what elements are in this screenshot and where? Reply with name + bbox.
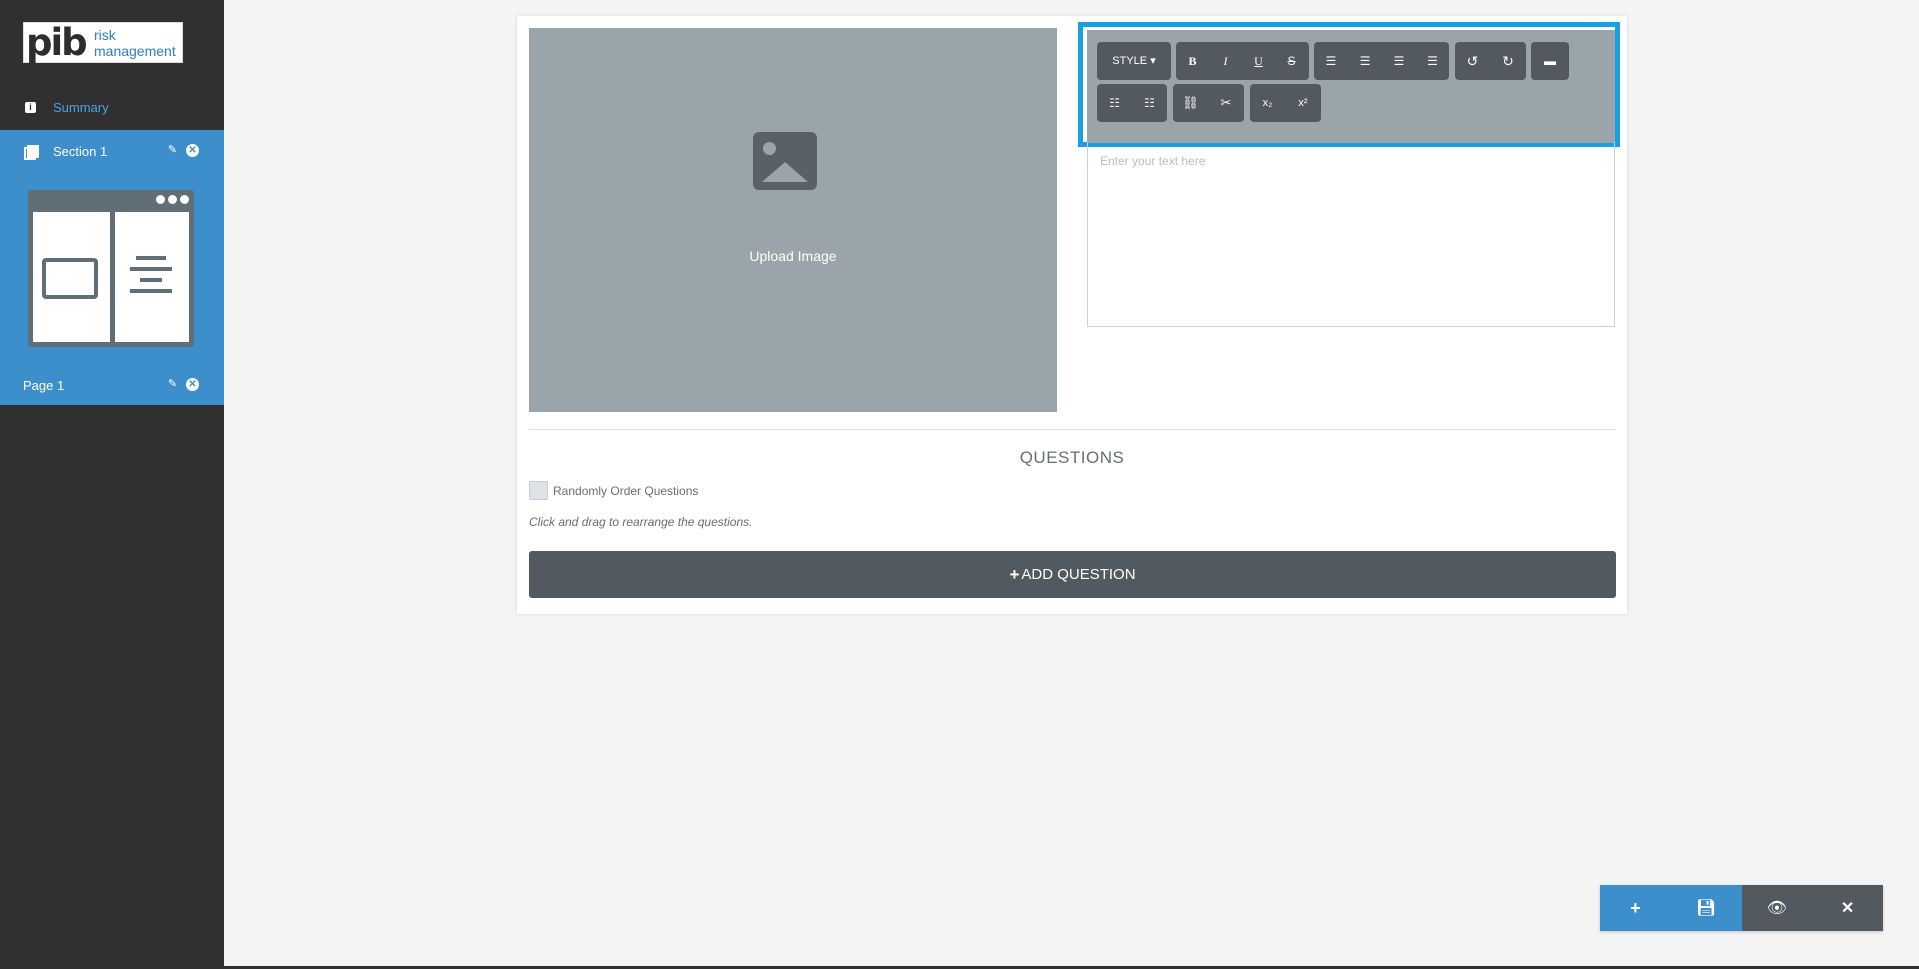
page-label: Page 1: [23, 377, 65, 393]
redo-icon[interactable]: ↻: [1490, 42, 1526, 80]
thumbnail-text-column: [115, 212, 189, 342]
numbered-list-icon[interactable]: ☷: [1132, 84, 1167, 122]
eye-icon: 👁︎: [1766, 900, 1788, 917]
align-center-icon[interactable]: ☰: [1348, 42, 1382, 80]
drag-hint: Click and drag to rearrange the question…: [529, 515, 753, 529]
random-order-label: Randomly Order Questions: [553, 483, 699, 498]
section-panel: Section 1 ✎ ✕ Page 1 ✎ ✕: [0, 130, 224, 405]
text-editor[interactable]: Enter your text here: [1087, 142, 1615, 327]
image-icon: [753, 132, 817, 190]
close-button[interactable]: ✕: [1812, 885, 1883, 931]
divider: [529, 429, 1616, 430]
link-icon[interactable]: ⛓: [1173, 84, 1208, 122]
sidebar-item-label: Summary: [53, 99, 109, 115]
bold-button[interactable]: B: [1176, 42, 1209, 80]
strikethrough-button[interactable]: S: [1275, 42, 1308, 80]
bullet-list-icon[interactable]: ☷: [1097, 84, 1132, 122]
align-right-icon[interactable]: ☰: [1382, 42, 1416, 80]
thumbnail-image-column: [33, 212, 110, 342]
add-question-button[interactable]: + ADD QUESTION: [529, 551, 1616, 598]
list-group: ☷ ☷: [1097, 84, 1167, 122]
plus-icon: +: [1009, 564, 1020, 584]
add-button[interactable]: +: [1600, 885, 1671, 931]
close-circle-icon[interactable]: ✕: [186, 144, 199, 157]
style-dropdown-label: STYLE ▾: [1112, 55, 1156, 67]
logo-word-1: risk: [94, 27, 116, 43]
align-justify-icon[interactable]: ☰: [1416, 42, 1449, 80]
format-group: B I U S: [1176, 42, 1309, 80]
action-bar: + 💾︎ 👁︎ ✕: [1600, 885, 1883, 931]
align-group: ☰ ☰ ☰ ☰: [1314, 42, 1449, 80]
undo-icon[interactable]: ↺: [1455, 42, 1490, 80]
horizontal-rule-icon[interactable]: ▬: [1531, 42, 1569, 80]
info-icon: i: [25, 101, 36, 113]
section-label: Section 1: [53, 143, 108, 159]
random-order-option: Randomly Order Questions: [529, 481, 698, 500]
sidebar-item-summary[interactable]: i Summary: [0, 94, 224, 120]
company-logo[interactable]: pib risk management: [23, 22, 183, 63]
unlink-icon[interactable]: ✂: [1208, 84, 1244, 122]
edit-icon[interactable]: ✎: [166, 378, 179, 391]
logo-mark: pib: [26, 21, 88, 64]
superscript-button[interactable]: x²: [1285, 84, 1321, 122]
copy-icon: [24, 145, 39, 160]
close-icon: ✕: [1840, 900, 1855, 917]
save-icon: 💾︎: [1695, 900, 1717, 917]
editor-placeholder: Enter your text here: [1100, 154, 1206, 168]
script-group: x₂ x²: [1250, 84, 1321, 122]
style-dropdown[interactable]: STYLE ▾: [1097, 42, 1171, 80]
link-group: ⛓ ✂: [1173, 84, 1244, 122]
logo-word-2: management: [94, 43, 176, 59]
page-thumbnail[interactable]: [28, 190, 194, 347]
horizontal-rule-group: ▬: [1531, 42, 1569, 80]
save-button[interactable]: 💾︎: [1670, 885, 1742, 931]
sidebar: pib risk management i Summary Section 1 …: [0, 0, 224, 969]
random-order-checkbox[interactable]: [529, 481, 548, 500]
close-circle-icon[interactable]: ✕: [186, 378, 199, 391]
upload-image-label: Upload Image: [749, 248, 837, 264]
plus-icon: +: [1630, 897, 1641, 918]
questions-heading: QUESTIONS: [1019, 448, 1125, 467]
edit-icon[interactable]: ✎: [166, 144, 179, 157]
upload-image-area[interactable]: Upload Image: [529, 28, 1057, 412]
image-icon: [42, 258, 98, 299]
rich-text-toolbar: STYLE ▾ B I U S ☰ ☰ ☰ ☰ ↺ ↻ ▬ ☷ ☷ ⛓ ✂ x₂…: [1087, 30, 1615, 143]
add-question-label: ADD QUESTION: [1021, 566, 1136, 583]
align-left-icon[interactable]: ☰: [1314, 42, 1348, 80]
sidebar-item-section[interactable]: Section 1 ✎ ✕: [0, 140, 224, 162]
align-center-icon: [130, 256, 172, 300]
history-group: ↺ ↻: [1455, 42, 1526, 80]
logo-wordmark: risk management: [94, 27, 176, 59]
sidebar-item-page[interactable]: Page 1 ✎ ✕: [0, 374, 224, 396]
subscript-button[interactable]: x₂: [1250, 84, 1285, 122]
italic-button[interactable]: I: [1209, 42, 1242, 80]
underline-button[interactable]: U: [1242, 42, 1275, 80]
more-icon: [156, 195, 189, 204]
preview-button[interactable]: 👁︎: [1741, 885, 1813, 931]
page-editor-card: Upload Image STYLE ▾ B I U S ☰ ☰ ☰ ☰ ↺ ↻…: [517, 16, 1627, 614]
